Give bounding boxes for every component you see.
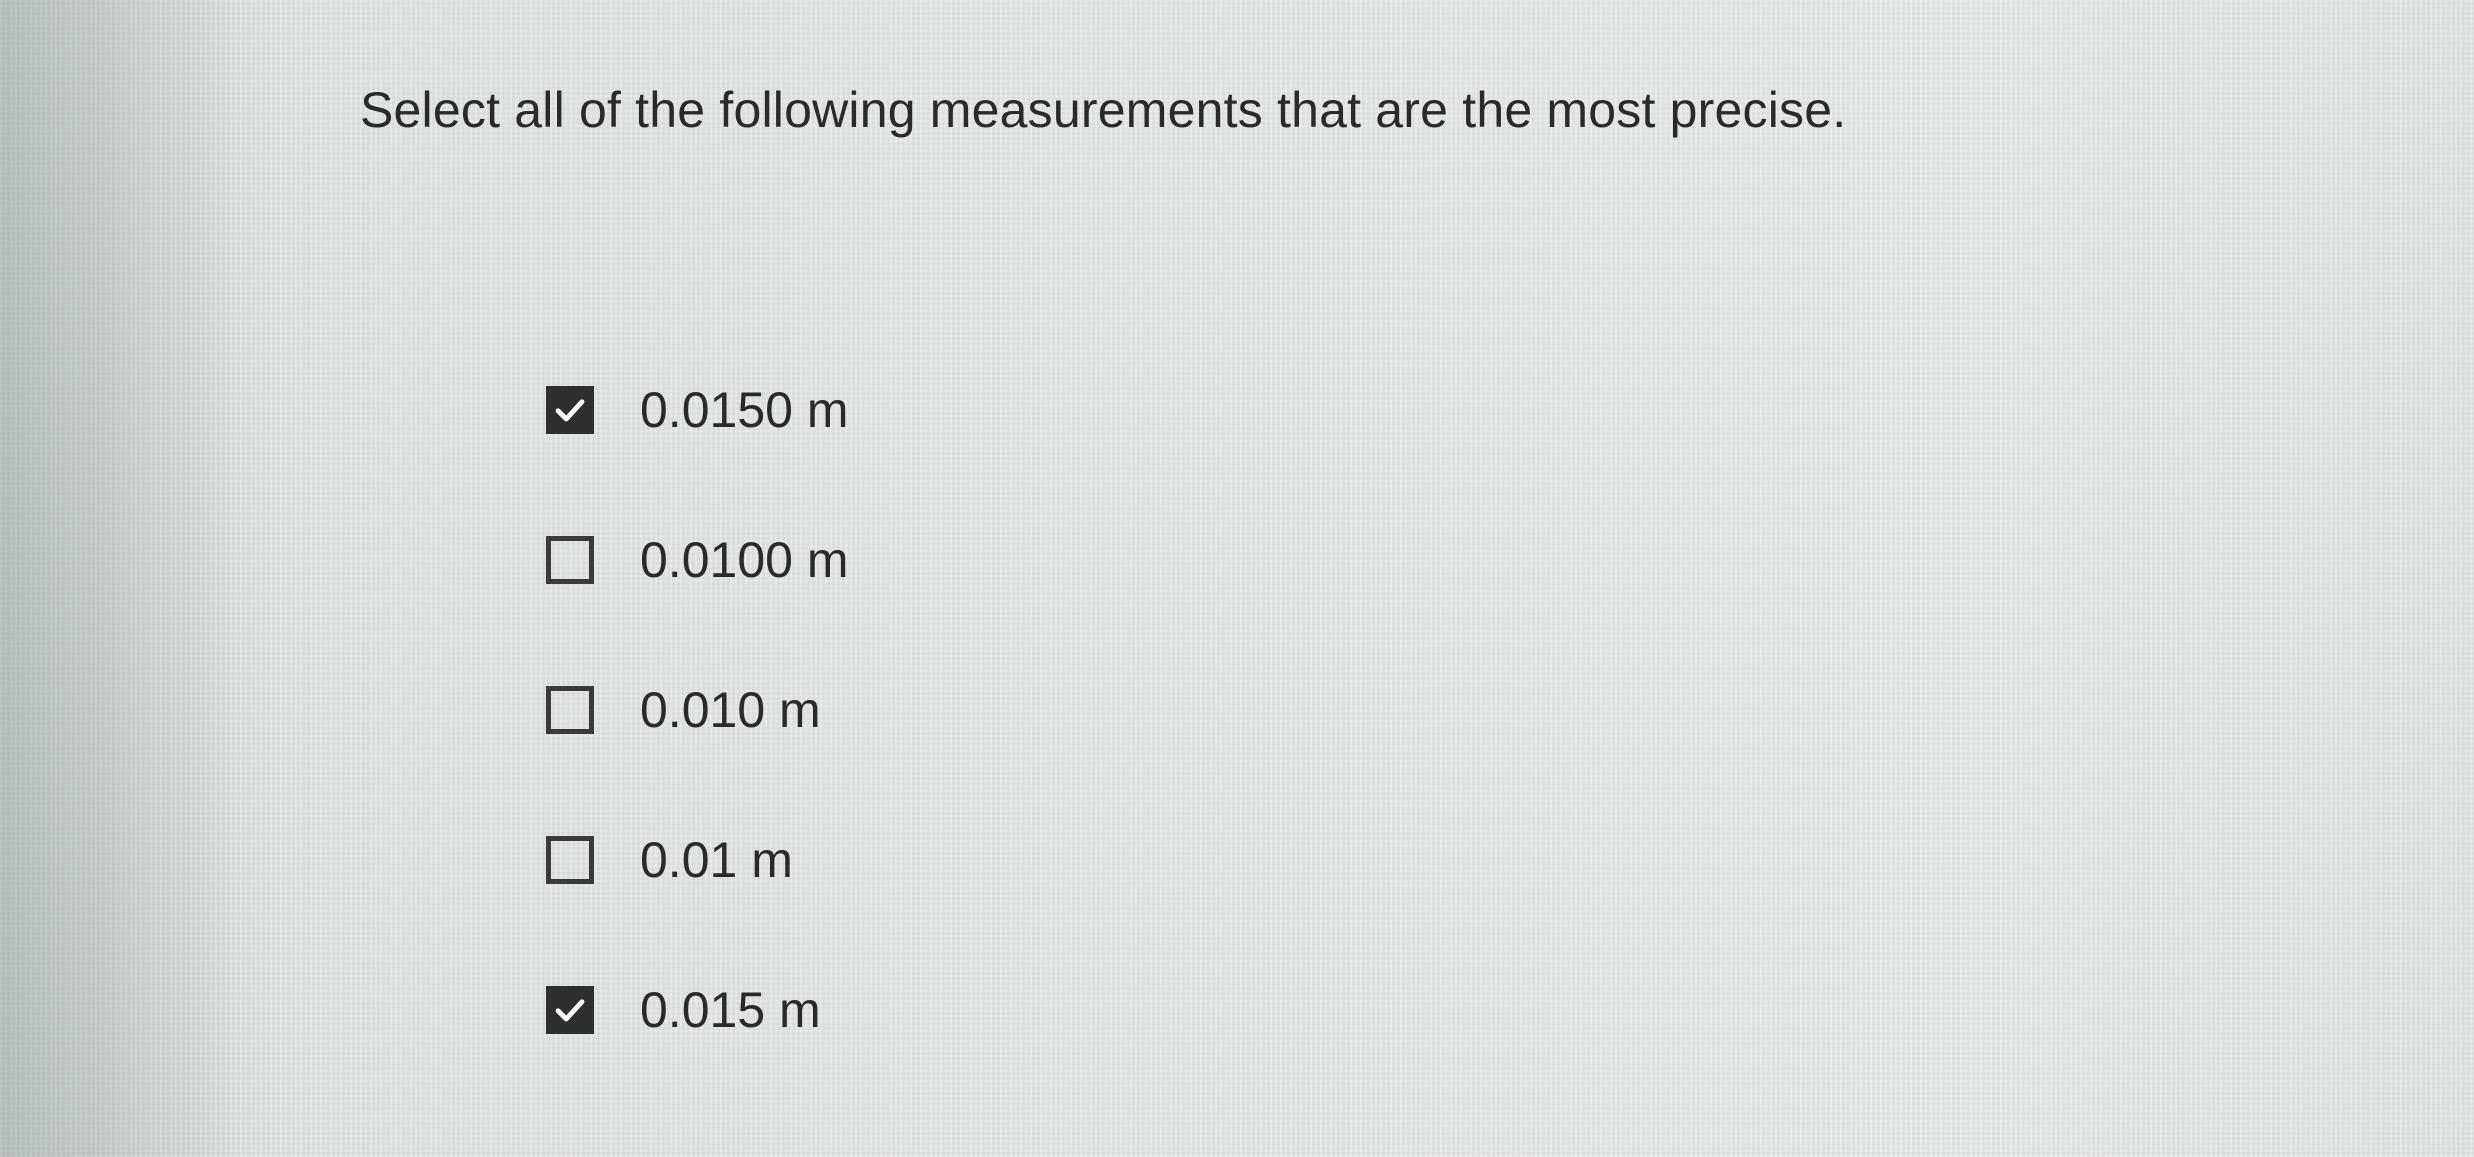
checkbox-0-01[interactable] [546, 836, 594, 884]
checkbox-0-0150[interactable] [546, 386, 594, 434]
checkbox-0-015[interactable] [546, 986, 594, 1034]
option-0-0150[interactable]: 0.0150 m [546, 380, 848, 440]
option-label: 0.015 m [640, 982, 821, 1038]
checkbox-0-0100[interactable] [546, 536, 594, 584]
checkmark-icon [555, 399, 585, 422]
option-label: 0.01 m [640, 832, 793, 888]
checkbox-0-010[interactable] [546, 686, 594, 734]
option-label: 0.010 m [640, 682, 821, 738]
option-0-010[interactable]: 0.010 m [546, 680, 821, 740]
option-0-015[interactable]: 0.015 m [546, 980, 821, 1040]
option-0-01[interactable]: 0.01 m [546, 830, 793, 890]
checkmark-icon [555, 999, 585, 1022]
option-0-0100[interactable]: 0.0100 m [546, 530, 848, 590]
background-shade [0, 0, 240, 1157]
question-text: Select all of the following measurements… [360, 82, 1847, 138]
option-label: 0.0150 m [640, 382, 849, 438]
option-label: 0.0100 m [640, 532, 849, 588]
